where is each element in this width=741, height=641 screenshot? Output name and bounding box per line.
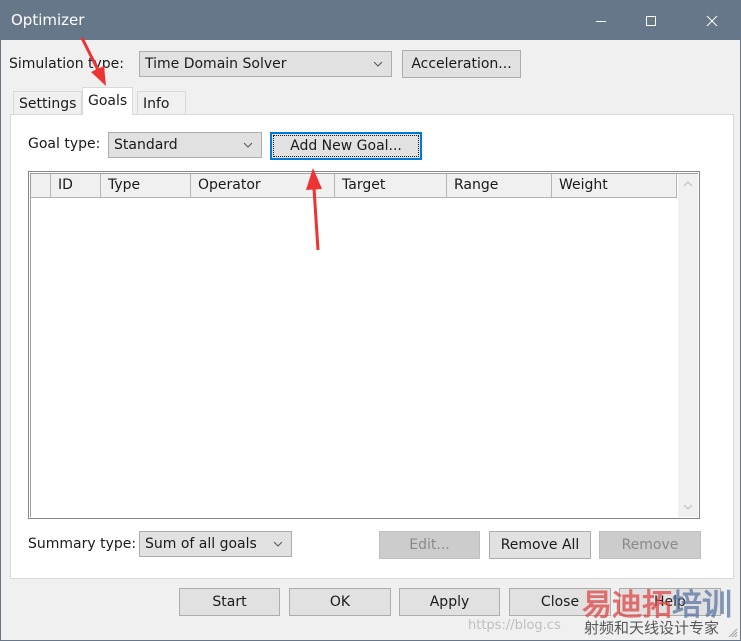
start-button[interactable]: Start — [179, 588, 280, 616]
acceleration-button[interactable]: Acceleration... — [402, 50, 521, 78]
tab-settings[interactable]: Settings — [13, 91, 83, 116]
tab-goals[interactable]: Goals — [82, 87, 134, 115]
goal-type-value: Standard — [114, 137, 178, 153]
minimize-icon — [596, 20, 606, 22]
apply-button[interactable]: Apply — [399, 588, 500, 616]
maximize-button[interactable] — [628, 1, 674, 40]
maximize-icon — [646, 15, 656, 26]
scroll-down-button[interactable] — [678, 497, 698, 517]
chevron-up-icon — [683, 181, 693, 187]
resize-grip-icon[interactable] — [726, 626, 738, 638]
column-header-operator[interactable]: Operator — [191, 174, 335, 198]
goal-type-select[interactable]: Standard — [108, 132, 262, 158]
column-header-selector[interactable] — [31, 174, 51, 198]
column-header-id[interactable]: ID — [51, 174, 101, 198]
column-header-target[interactable]: Target — [335, 174, 447, 198]
edit-button[interactable]: Edit... — [379, 531, 480, 559]
chevron-down-icon — [271, 532, 285, 556]
close-button[interactable]: Close — [509, 588, 611, 616]
table-header: ID Type Operator Target Range Weight — [31, 174, 677, 198]
focus-ring — [273, 135, 419, 157]
ok-button[interactable]: OK — [289, 588, 391, 616]
simulation-type-label: Simulation type: — [9, 56, 125, 72]
column-header-range[interactable]: Range — [447, 174, 552, 198]
close-window-button[interactable] — [689, 1, 735, 40]
remove-all-button[interactable]: Remove All — [489, 531, 591, 559]
goal-type-label: Goal type: — [28, 136, 101, 152]
chevron-down-icon — [371, 52, 385, 76]
title-bar[interactable]: Optimizer — [1, 1, 740, 40]
help-button[interactable]: Help — [619, 588, 721, 616]
column-header-weight[interactable]: Weight — [552, 174, 677, 198]
window-title: Optimizer — [11, 11, 85, 29]
optimizer-window: Optimizer Simulation type: Time Domain S… — [0, 0, 741, 641]
add-new-goal-button[interactable]: Add New Goal... — [270, 132, 422, 160]
summary-type-select[interactable]: Sum of all goals — [139, 531, 292, 557]
close-icon — [706, 15, 718, 26]
column-header-type[interactable]: Type — [101, 174, 191, 198]
minimize-button[interactable] — [578, 1, 624, 40]
vertical-scrollbar[interactable] — [678, 174, 698, 517]
chevron-down-icon — [683, 504, 693, 510]
simulation-type-select[interactable]: Time Domain Solver — [139, 51, 392, 77]
tab-info[interactable]: Info — [137, 91, 186, 116]
goals-table[interactable]: ID Type Operator Target Range Weight — [28, 171, 700, 519]
simulation-type-value: Time Domain Solver — [145, 56, 287, 72]
summary-type-value: Sum of all goals — [145, 536, 257, 552]
chevron-down-icon — [241, 133, 255, 157]
summary-type-label: Summary type: — [28, 536, 137, 552]
scroll-up-button[interactable] — [678, 174, 698, 194]
remove-button[interactable]: Remove — [599, 531, 701, 559]
